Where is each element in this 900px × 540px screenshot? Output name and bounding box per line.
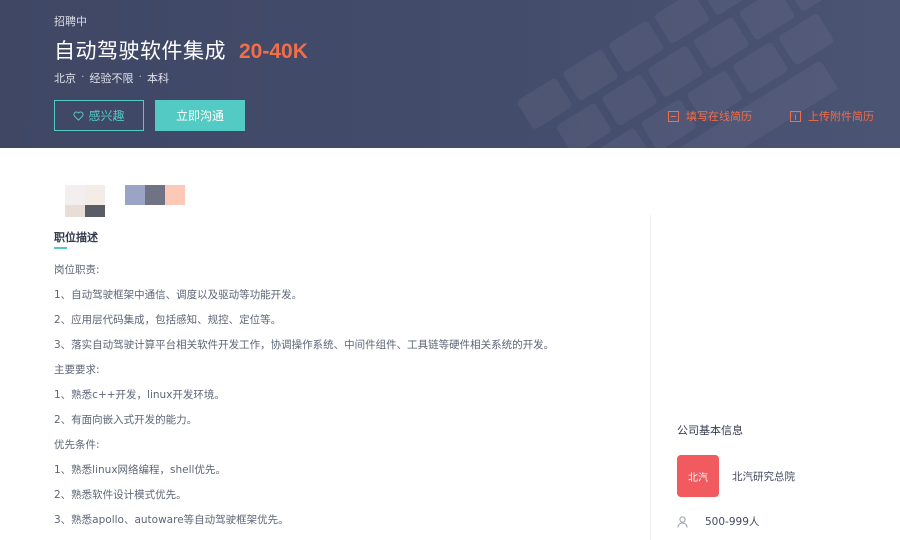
job-meta: 北京 · 经验不限 · 本科 <box>54 70 169 86</box>
meta-separator: · <box>81 70 85 83</box>
company-size-value: 500-999人 <box>705 516 760 528</box>
recruiter-avatar-thumbnail[interactable] <box>65 185 105 217</box>
meta-experience: 经验不限 <box>89 72 134 85</box>
company-name[interactable]: 北汽研究总院 <box>732 469 795 484</box>
column-divider <box>650 215 651 540</box>
salary: 20-40K <box>239 40 308 63</box>
thumb-pixel <box>125 185 145 205</box>
job-description-heading: 职位描述 <box>54 231 98 244</box>
description-line: 3、熟悉apollo、autoware等自动驾驶框架优先。 <box>54 514 289 526</box>
thumb-pixel <box>65 185 85 205</box>
fill-online-resume-label: 填写在线简历 <box>686 110 752 123</box>
description-line: 1、熟悉c++开发，linux开发环境。 <box>54 389 225 401</box>
meta-city: 北京 <box>54 72 76 85</box>
thumb-pixel <box>85 205 105 217</box>
job-status: 招聘中 <box>54 15 87 28</box>
thumb-pixel <box>165 185 185 205</box>
title-row: 自动驾驶软件集成 20-40K <box>54 35 308 65</box>
company-size: 500-999人 <box>677 514 759 529</box>
meta-degree: 本科 <box>147 72 169 85</box>
description-line: 1、自动驾驶框架中通信、调度以及驱动等功能开发。 <box>54 289 303 301</box>
chat-now-button[interactable]: 立即沟通 <box>155 100 245 131</box>
interest-button-label: 感兴趣 <box>88 109 125 123</box>
description-line: 3、落实自动驾驶计算平台相关软件开发工作，协调操作系统、中间件组件、工具链等硬件… <box>54 339 555 351</box>
description-line: 2、有面向嵌入式开发的能力。 <box>54 414 198 426</box>
description-line: 2、熟悉软件设计模式优先。 <box>54 489 187 501</box>
company-logo-text: 北汽 <box>688 472 708 484</box>
job-description-text: 岗位职责: 1、自动驾驶框架中通信、调度以及驱动等功能开发。 2、应用层代码集成… <box>54 258 634 533</box>
description-line: 主要要求: <box>54 364 100 376</box>
banner-keyboard-decoration <box>517 0 840 148</box>
description-line: 1、熟悉linux网络编程，shell优先。 <box>54 464 226 476</box>
job-title: 自动驾驶软件集成 <box>54 39 226 63</box>
description-line: 2、应用层代码集成，包括感知、规控、定位等。 <box>54 314 282 326</box>
thumb-pixel <box>65 205 85 217</box>
description-line: 岗位职责: <box>54 264 100 276</box>
upload-icon <box>790 110 801 122</box>
thumb-pixel <box>85 185 105 205</box>
company-info-heading: 公司基本信息 <box>677 424 743 437</box>
description-line: 优先条件: <box>54 439 100 451</box>
interest-button[interactable]: 感兴趣 <box>54 100 144 131</box>
person-icon <box>677 515 688 528</box>
upload-resume-link[interactable]: 上传附件简历 <box>790 108 874 124</box>
fill-online-resume-link[interactable]: 填写在线简历 <box>668 108 752 124</box>
company-logo[interactable]: 北汽 <box>677 455 719 497</box>
recruiter-info-thumbnail[interactable] <box>125 185 185 205</box>
heading-underline <box>54 247 67 249</box>
meta-separator: · <box>138 70 143 83</box>
upload-resume-label: 上传附件简历 <box>808 110 874 123</box>
heart-icon <box>73 111 84 121</box>
chat-now-button-label: 立即沟通 <box>175 109 224 123</box>
document-icon <box>668 110 679 122</box>
job-header-banner: 招聘中 自动驾驶软件集成 20-40K 北京 · 经验不限 · 本科 感兴趣 立… <box>0 0 900 148</box>
thumb-pixel <box>145 185 165 205</box>
